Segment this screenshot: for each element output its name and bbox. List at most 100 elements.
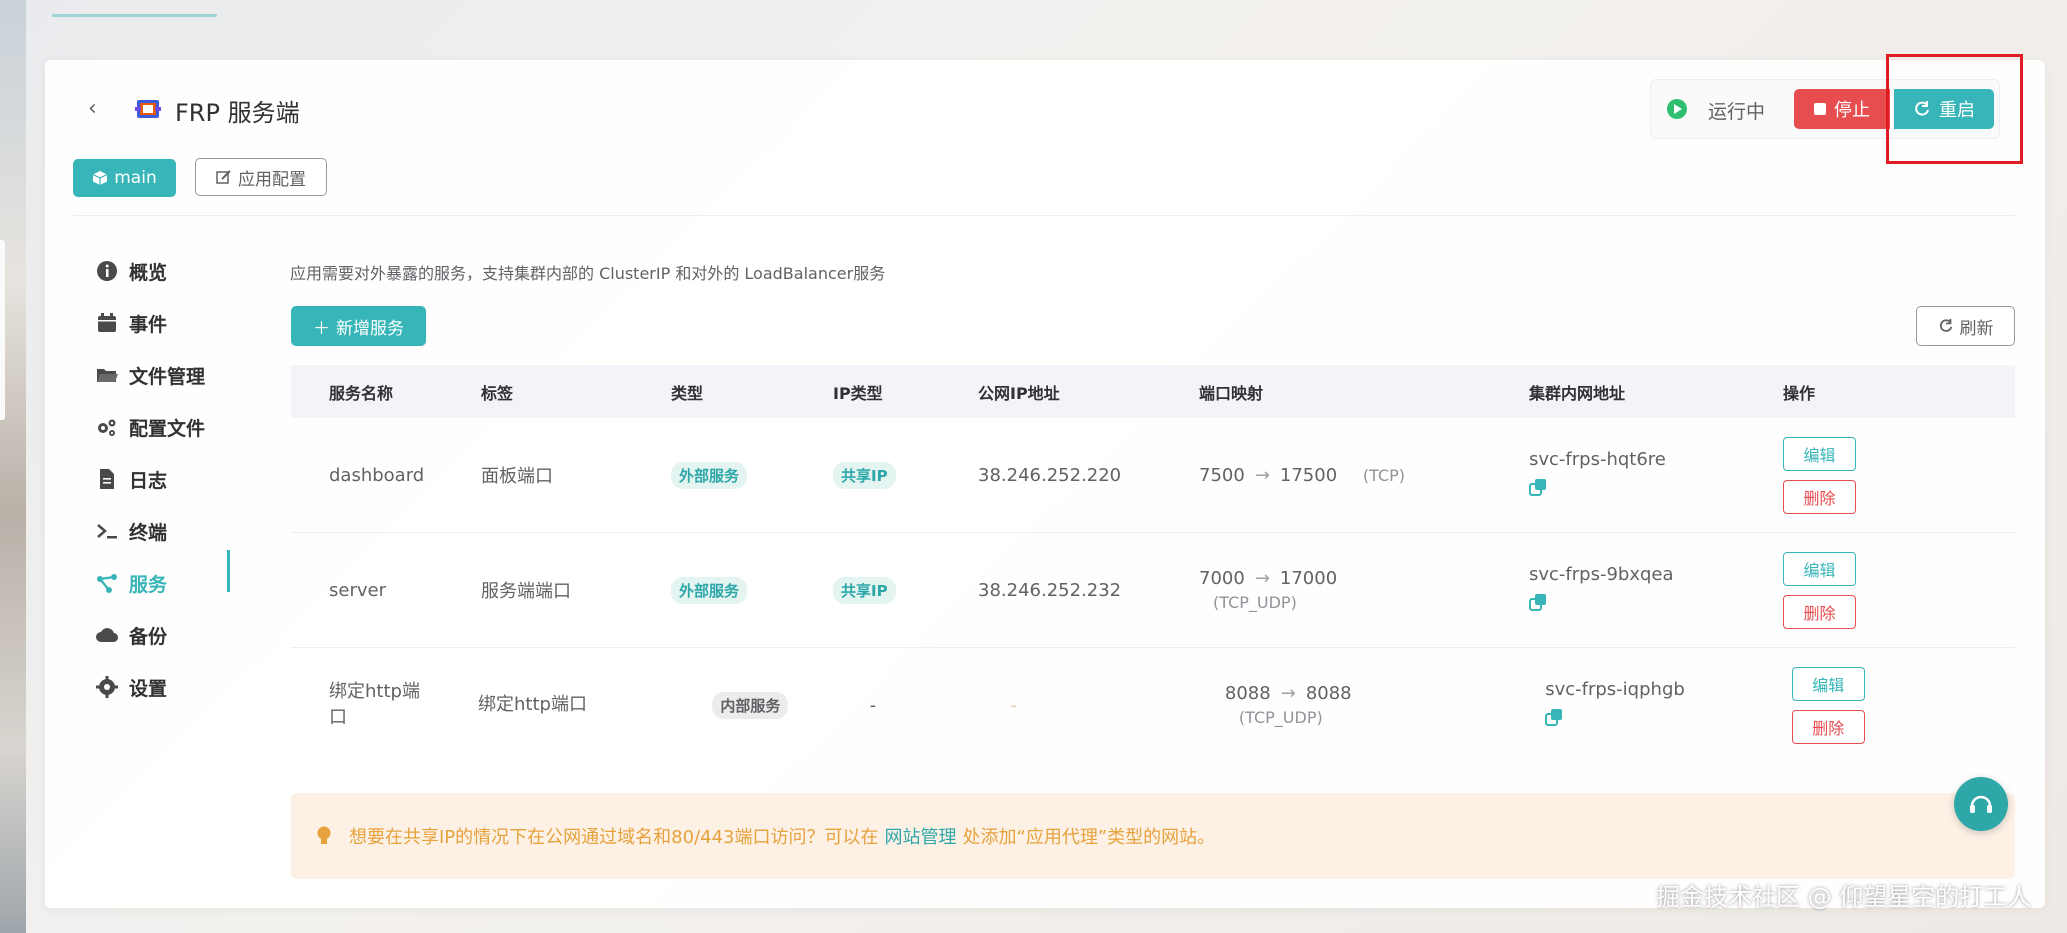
ip-type-badge: 共享IP	[833, 461, 896, 489]
service-type-badge: 内部服务	[712, 691, 789, 719]
port-mapping: 7500 → 17500 (TCP)	[1199, 465, 1529, 486]
running-icon	[1667, 99, 1687, 119]
calendar-icon	[98, 313, 116, 332]
column-header-port-mapping: 端口映射	[1199, 383, 1264, 403]
sidebar-item-label: 设置	[129, 677, 168, 700]
customer-support-button[interactable]	[1954, 777, 2008, 831]
file-icon	[100, 469, 114, 489]
column-header-cluster-address: 集群内网地址	[1529, 383, 1626, 403]
column-header-type: 类型	[671, 383, 704, 403]
folder-icon	[97, 369, 118, 382]
column-header-name: 服务名称	[329, 383, 394, 403]
port-from: 7000	[1199, 568, 1245, 589]
stop-label: 停止	[1834, 100, 1870, 121]
sidebar-menu: 概览 事件 文件管理 配置文件 日志 终端 服务 备份 设置	[95, 245, 235, 713]
sidebar-item-services[interactable]: 服务	[95, 557, 235, 609]
refresh-icon	[1939, 318, 1952, 332]
cloud-icon	[96, 628, 119, 643]
arrow-right-icon: →	[1280, 683, 1296, 704]
services-description: 应用需要对外暴露的服务，支持集群内部的 ClusterIP 和对外的 LoadB…	[290, 264, 886, 283]
edit-button[interactable]: 编辑	[1783, 436, 1856, 471]
add-service-label: 新增服务	[336, 318, 404, 339]
sidebar-item-overview[interactable]: 概览	[95, 245, 235, 297]
sidebar-item-label: 日志	[129, 469, 168, 492]
sidebar-item-label: 服务	[129, 573, 168, 596]
cluster-address-cell: svc-frps-hqt6re	[1529, 449, 1783, 501]
table-row: server 服务端端口 外部服务 共享IP 38.246.252.232 70…	[291, 533, 2015, 648]
arrow-right-icon: →	[1254, 568, 1270, 589]
tip-text-suffix: 处添加“应用代理”类型的网站。	[962, 827, 1216, 848]
cluster-address: svc-frps-hqt6re	[1529, 449, 1666, 470]
sidebar-item-settings[interactable]: 设置	[95, 661, 235, 713]
sidebar-item-config-files[interactable]: 配置文件	[95, 401, 235, 453]
branch-tag-main[interactable]: main	[73, 159, 176, 197]
edit-icon	[216, 170, 231, 184]
edit-button[interactable]: 编辑	[1791, 666, 1865, 701]
column-header-ip-type: IP类型	[833, 383, 883, 403]
terminal-icon	[97, 524, 117, 539]
ip-type-empty: -	[869, 694, 877, 716]
sidebar-item-terminal[interactable]: 终端	[95, 505, 235, 557]
lightbulb-icon	[317, 826, 331, 844]
chevron-left-icon[interactable]: ‹	[88, 96, 97, 121]
edit-button[interactable]: 编辑	[1783, 551, 1856, 586]
service-tag: 绑定http端口	[478, 694, 587, 715]
public-ip: 38.246.252.232	[978, 579, 1122, 601]
column-header-public-ip: 公网IP地址	[978, 383, 1060, 403]
refresh-label: 刷新	[1959, 318, 1994, 339]
sidebar-active-indicator	[227, 550, 230, 592]
table-row: dashboard 面板端口 外部服务 共享IP 38.246.252.220 …	[291, 418, 2015, 533]
cluster-address-cell: svc-frps-iqphgb	[1545, 679, 1792, 731]
share-icon	[97, 574, 117, 593]
copy-icon[interactable]	[1529, 478, 1547, 496]
port-protocol: (TCP_UDP)	[1238, 708, 1323, 727]
delete-button[interactable]: 删除	[1783, 479, 1856, 514]
delete-button[interactable]: 删除	[1791, 709, 1865, 744]
plus-icon: ＋	[313, 318, 330, 339]
refresh-button[interactable]: 刷新	[1916, 306, 2015, 346]
service-type-badge: 外部服务	[671, 576, 748, 604]
row-actions: 编辑 删除	[1783, 436, 2013, 514]
copy-icon[interactable]	[1545, 708, 1563, 726]
port-from: 8088	[1224, 683, 1271, 704]
top-tab-indicator	[52, 14, 217, 17]
website-management-link[interactable]: 网站管理	[885, 823, 957, 849]
delete-button[interactable]: 删除	[1783, 594, 1856, 629]
port-mapping: 8088 → 8088 (TCP_UDP)	[1225, 683, 1545, 727]
ip-type-badge: 共享IP	[833, 576, 896, 604]
sidebar-item-files[interactable]: 文件管理	[95, 349, 235, 401]
watermark-text: 掘金技术社区 @ 仰望星空的打工人	[1656, 883, 2032, 911]
column-header-actions: 操作	[1783, 383, 1816, 403]
stop-icon	[1814, 103, 1826, 115]
gears-icon	[98, 419, 116, 436]
sidebar-item-label: 概览	[129, 261, 168, 284]
public-ip-empty: -	[1010, 694, 1017, 716]
port-to: 17500	[1279, 464, 1338, 486]
tip-banner: 想要在共享IP的情况下在公网通过域名和80/443端口访问？可以在 网站管理 处…	[291, 793, 2015, 879]
service-type-badge: 外部服务	[671, 461, 748, 489]
arrow-right-icon: →	[1254, 464, 1270, 486]
app-config-button[interactable]: 应用配置	[195, 158, 327, 196]
copy-icon[interactable]	[1529, 593, 1547, 611]
branch-tag-label: main	[114, 168, 157, 188]
cluster-address: svc-frps-iqphgb	[1545, 679, 1685, 700]
frp-logo-icon	[135, 100, 161, 118]
app-config-label: 应用配置	[238, 169, 306, 190]
table-header: 服务名称 标签 类型 IP类型 公网IP地址 端口映射 集群内网地址 操作	[291, 365, 2015, 418]
add-service-button[interactable]: ＋ 新增服务	[291, 306, 426, 346]
page-title: FRP 服务端	[175, 99, 300, 127]
tip-text: 想要在共享IP的情况下在公网通过域名和80/443端口访问？可以在	[349, 827, 879, 848]
sidebar-item-backup[interactable]: 备份	[95, 609, 235, 661]
table-row: 绑定http端口 绑定http端口 内部服务 - - 8088 → 8088 (TC…	[291, 648, 2015, 762]
sidebar-item-label: 事件	[129, 313, 168, 336]
sidebar-item-logs[interactable]: 日志	[95, 453, 235, 505]
port-to: 8088	[1305, 683, 1352, 704]
stop-button[interactable]: 停止	[1794, 89, 1890, 129]
cube-icon	[92, 171, 108, 185]
port-protocol: (TCP)	[1362, 465, 1406, 485]
column-header-tag: 标签	[481, 383, 514, 403]
sidebar-item-events[interactable]: 事件	[95, 297, 235, 349]
cluster-address: svc-frps-9bxqea	[1529, 564, 1674, 585]
sidebar-item-label: 备份	[129, 625, 168, 648]
port-mapping: 7000 → 17000 (TCP_UDP)	[1199, 568, 1529, 612]
